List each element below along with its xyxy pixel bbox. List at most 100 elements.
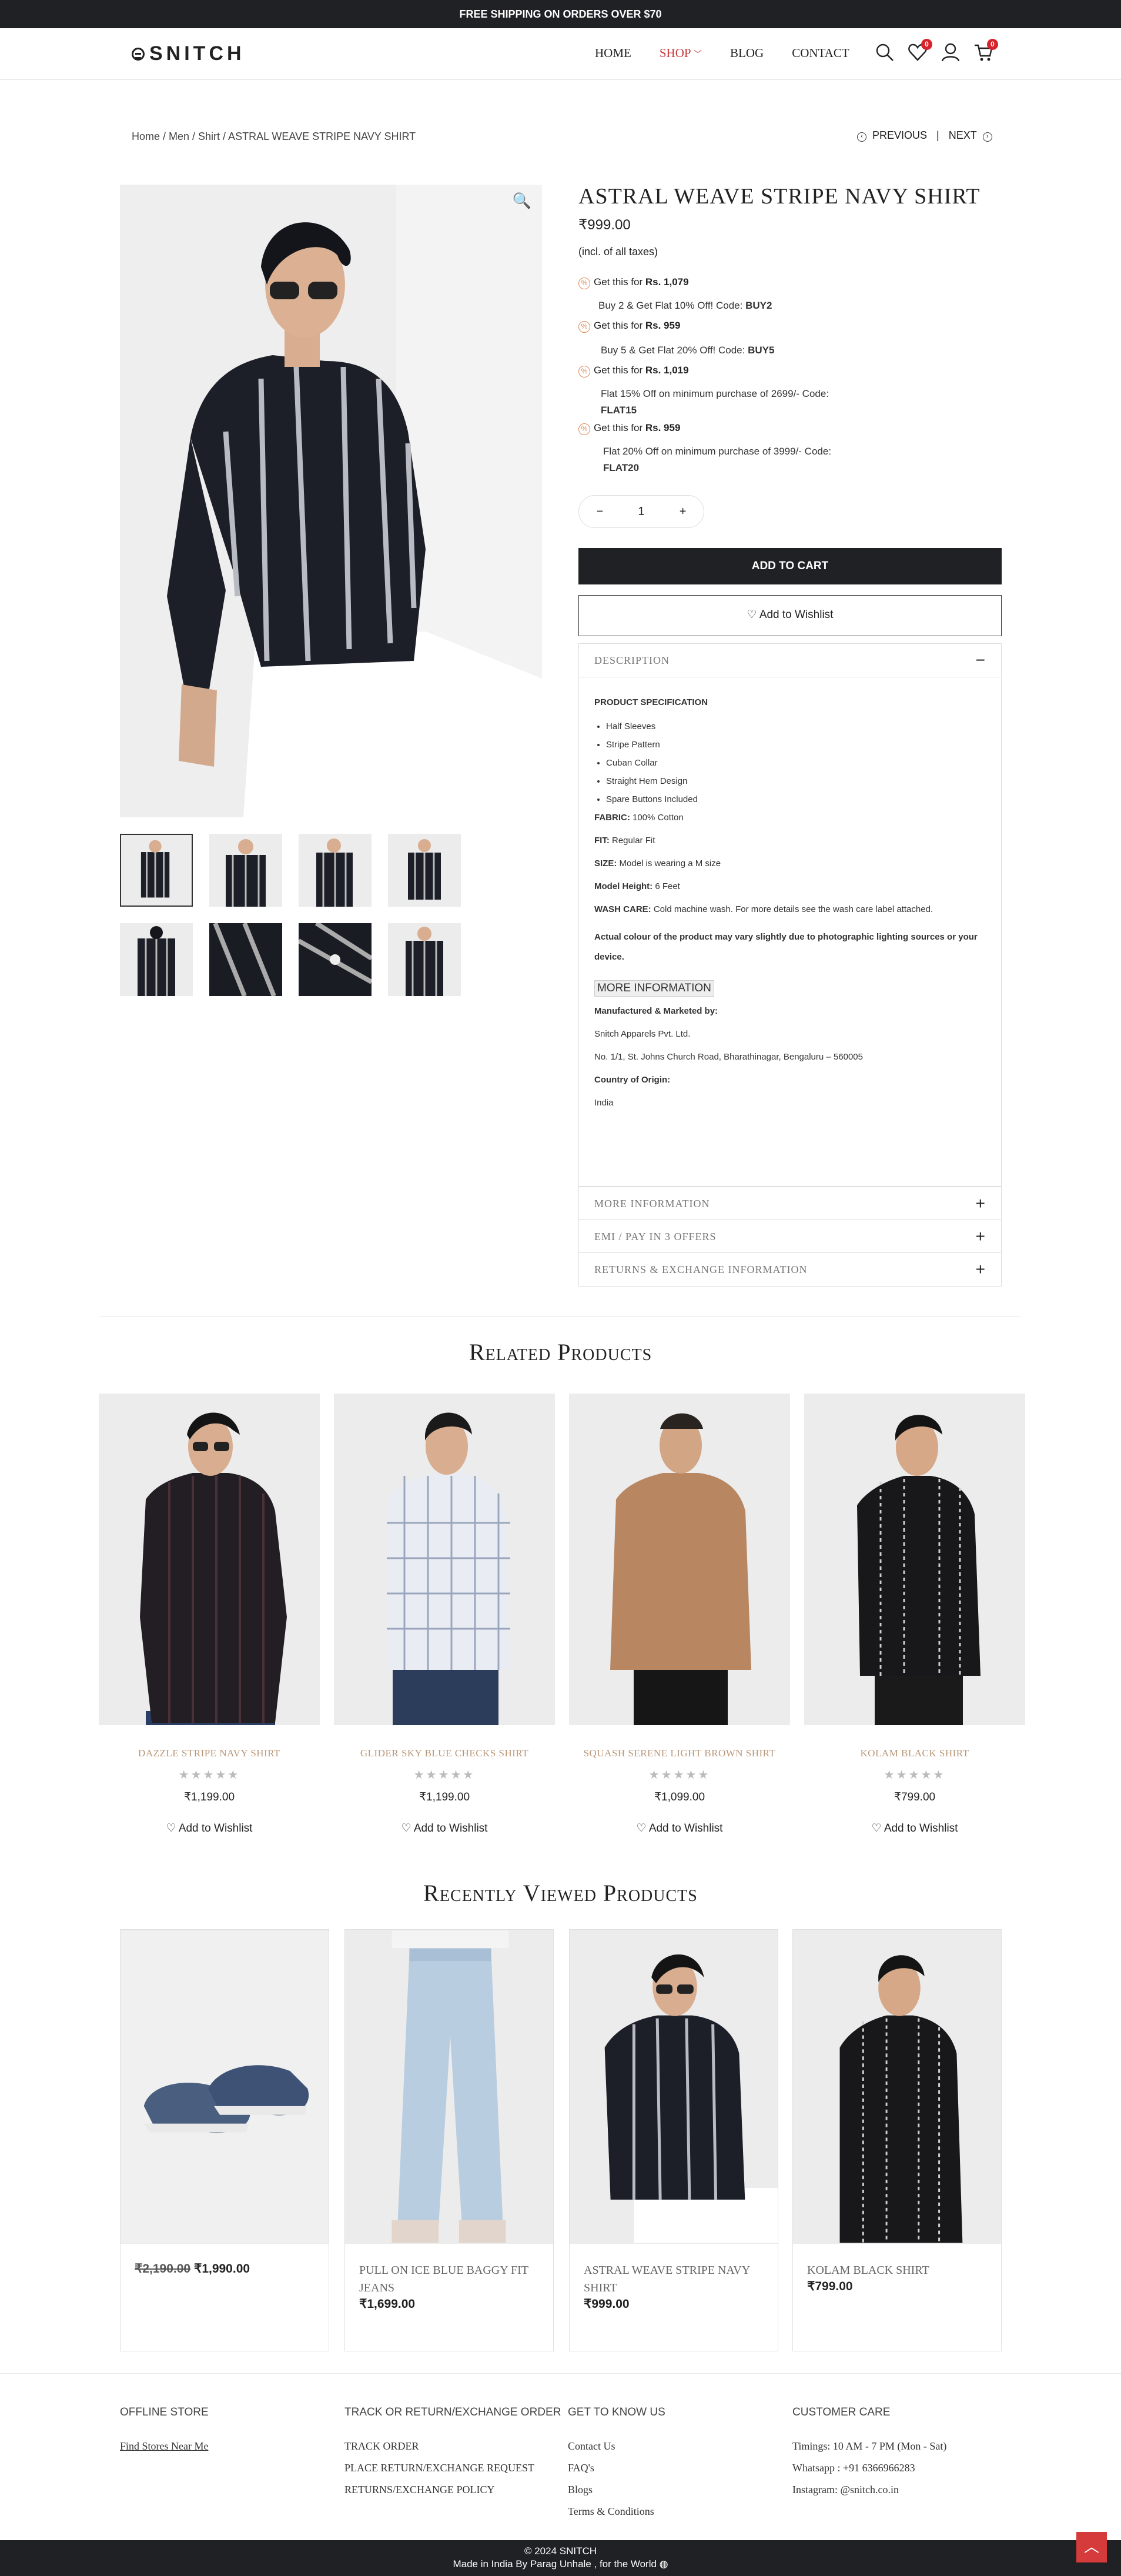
nav-shop[interactable]: SHOP ﹀ bbox=[660, 46, 702, 61]
logo[interactable]: SNITCH bbox=[132, 42, 245, 65]
heart-icon: ♡ bbox=[747, 609, 757, 621]
product-card[interactable]: KOLAM BLACK SHIRT ★★★★★ ₹799.00 ♡ Add to… bbox=[804, 1394, 1025, 1835]
minus-icon[interactable]: − bbox=[597, 505, 604, 519]
product-name[interactable]: GLIDER SKY BLUE CHECKS SHIRT bbox=[334, 1748, 555, 1759]
spec-item: Spare Buttons Included bbox=[606, 794, 986, 804]
breadcrumb[interactable]: Home / Men / Shirt / ASTRAL WEAVE STRIPE… bbox=[132, 131, 416, 143]
accordion-more-information[interactable]: MORE INFORMATION + bbox=[578, 1187, 1002, 1221]
more-information-button[interactable]: MORE INFORMATION bbox=[594, 980, 714, 997]
return-policy-link[interactable]: RETURNS/EXCHANGE POLICY bbox=[344, 2484, 561, 2496]
spec-heading: PRODUCT SPECIFICATION bbox=[594, 697, 708, 707]
product-price: ₹799.00 bbox=[894, 1791, 936, 1803]
product-price: ₹999.00 bbox=[578, 217, 631, 233]
thumbnail[interactable] bbox=[299, 923, 372, 996]
accordion-emi[interactable]: EMI / PAY IN 3 OFFERS + bbox=[578, 1219, 1002, 1254]
accordion-description[interactable]: DESCRIPTION − bbox=[578, 643, 1002, 677]
previous-link[interactable]: PREVIOUS bbox=[872, 129, 927, 142]
product-image[interactable] bbox=[345, 1930, 553, 2244]
product-main-image[interactable]: 🔍 bbox=[120, 185, 542, 817]
offer-label: Get this for bbox=[594, 276, 645, 288]
add-to-wishlist-link[interactable]: ♡ Add to Wishlist bbox=[804, 1822, 1025, 1835]
add-to-wishlist-button[interactable]: ♡ Add to Wishlist bbox=[578, 595, 1002, 636]
recent-product-card[interactable]: ASTRAL WEAVE STRIPE NAVY SHIRT ₹999.00 bbox=[569, 1929, 778, 2351]
site-header: SNITCH HOME SHOP ﹀ BLOG CONTACT 0 0 bbox=[0, 28, 1121, 80]
size-label: SIZE: bbox=[594, 858, 617, 868]
product-image[interactable] bbox=[569, 1394, 790, 1725]
add-to-wishlist-link[interactable]: ♡ Add to Wishlist bbox=[569, 1822, 790, 1835]
product-card[interactable]: GLIDER SKY BLUE CHECKS SHIRT ★★★★★ ₹1,19… bbox=[334, 1394, 555, 1835]
nav-home[interactable]: HOME bbox=[595, 46, 631, 61]
chevron-up-icon: ︿ bbox=[1083, 2538, 1099, 2555]
recent-product-card[interactable]: PULL ON ICE BLUE BAGGY FIT JEANS ₹1,699.… bbox=[344, 1929, 554, 2351]
add-to-wishlist-link[interactable]: ♡ Add to Wishlist bbox=[334, 1822, 555, 1835]
nav-contact[interactable]: CONTACT bbox=[792, 46, 849, 61]
product-image[interactable] bbox=[121, 1930, 329, 2244]
fabric-label: FABRIC: bbox=[594, 813, 630, 823]
plus-icon[interactable]: + bbox=[680, 505, 687, 519]
product-image[interactable] bbox=[793, 1930, 1001, 2244]
chevron-down-icon: ﹀ bbox=[694, 51, 702, 59]
search-icon[interactable] bbox=[875, 42, 895, 62]
product-price: ₹1,199.00 bbox=[183, 1791, 235, 1803]
wash-line: WASH CARE: Cold machine wash. For more d… bbox=[594, 904, 986, 914]
recent-product-card[interactable]: ₹2,190.00 ₹1,990.00 bbox=[120, 1929, 329, 2351]
quantity-value[interactable]: 1 bbox=[638, 505, 644, 519]
product-name[interactable]: KOLAM BLACK SHIRT bbox=[804, 1748, 1025, 1759]
model-figure-image bbox=[120, 185, 542, 817]
product-image[interactable] bbox=[804, 1394, 1025, 1725]
fit-line: FIT: Regular Fit bbox=[594, 836, 986, 846]
next-link[interactable]: NEXT bbox=[949, 129, 977, 142]
instagram-text[interactable]: Instagram: @snitch.co.in bbox=[792, 2484, 946, 2496]
track-order-link[interactable]: TRACK ORDER bbox=[344, 2440, 561, 2453]
percent-icon: % bbox=[578, 321, 590, 333]
sale-price: ₹1,990.00 bbox=[193, 2262, 250, 2276]
product-name[interactable]: DAZZLE STRIPE NAVY SHIRT bbox=[99, 1748, 320, 1759]
find-stores-link[interactable]: Find Stores Near Me bbox=[120, 2440, 209, 2453]
minus-icon: − bbox=[975, 651, 986, 669]
heart-icon: ♡ bbox=[636, 1822, 647, 1835]
product-image[interactable] bbox=[99, 1394, 320, 1725]
blogs-link[interactable]: Blogs bbox=[568, 2484, 665, 2496]
nav-blog[interactable]: BLOG bbox=[730, 46, 764, 61]
product-name[interactable]: PULL ON ICE BLUE BAGGY FIT JEANS bbox=[345, 2244, 553, 2297]
product-image[interactable] bbox=[570, 1930, 778, 2244]
product-pager: ‹ PREVIOUS | NEXT › bbox=[857, 129, 992, 142]
plus-icon: + bbox=[975, 1194, 986, 1212]
thumbnail[interactable] bbox=[209, 923, 282, 996]
accordion-title: DESCRIPTION bbox=[594, 654, 670, 666]
scroll-to-top-button[interactable]: ︿ bbox=[1076, 2532, 1107, 2562]
product-name[interactable]: KOLAM BLACK SHIRT bbox=[793, 2244, 1001, 2279]
add-to-cart-button[interactable]: ADD TO CART bbox=[578, 548, 1002, 584]
plus-icon: + bbox=[975, 1227, 986, 1245]
offer-code: FLAT20 bbox=[603, 462, 640, 473]
recent-product-card[interactable]: KOLAM BLACK SHIRT ₹799.00 bbox=[792, 1929, 1002, 2351]
heart-icon: ♡ bbox=[166, 1822, 176, 1835]
account-icon[interactable] bbox=[941, 42, 961, 62]
product-card[interactable]: SQUASH SERENE LIGHT BROWN SHIRT ★★★★★ ₹1… bbox=[569, 1394, 790, 1835]
mfg-name: Snitch Apparels Pvt. Ltd. bbox=[594, 1029, 691, 1039]
add-to-wishlist-link[interactable]: ♡ Add to Wishlist bbox=[99, 1822, 320, 1835]
product-card[interactable]: DAZZLE STRIPE NAVY SHIRT ★★★★★ ₹1,199.00… bbox=[99, 1394, 320, 1835]
colour-note-text: Actual colour of the product may vary sl… bbox=[594, 932, 978, 962]
thumbnail[interactable] bbox=[299, 834, 372, 907]
product-name[interactable]: SQUASH SERENE LIGHT BROWN SHIRT bbox=[569, 1748, 790, 1759]
thumbnail[interactable] bbox=[388, 923, 461, 996]
product-name[interactable]: ASTRAL WEAVE STRIPE NAVY SHIRT bbox=[570, 2244, 778, 2297]
wishlist-icon[interactable]: 0 bbox=[908, 39, 932, 62]
faq-link[interactable]: FAQ's bbox=[568, 2462, 665, 2474]
accordion-returns[interactable]: RETURNS & EXCHANGE INFORMATION + bbox=[578, 1252, 1002, 1287]
return-request-link[interactable]: PLACE RETURN/EXCHANGE REQUEST bbox=[344, 2462, 561, 2474]
whatsapp-text[interactable]: Whatsapp : +91 6366966283 bbox=[792, 2462, 946, 2474]
thumbnail[interactable] bbox=[120, 923, 193, 996]
zoom-icon[interactable]: 🔍 bbox=[513, 192, 531, 210]
thumbnail[interactable] bbox=[120, 834, 193, 907]
contact-us-link[interactable]: Contact Us bbox=[568, 2440, 665, 2453]
thumbnail[interactable] bbox=[388, 834, 461, 907]
offer-amount: Rs. 1,079 bbox=[645, 276, 689, 288]
terms-link[interactable]: Terms & Conditions bbox=[568, 2505, 665, 2518]
percent-icon: % bbox=[578, 423, 590, 435]
product-name[interactable] bbox=[121, 2244, 329, 2261]
thumbnail[interactable] bbox=[209, 834, 282, 907]
cart-icon[interactable]: 0 bbox=[973, 39, 998, 62]
product-image[interactable] bbox=[334, 1394, 555, 1725]
